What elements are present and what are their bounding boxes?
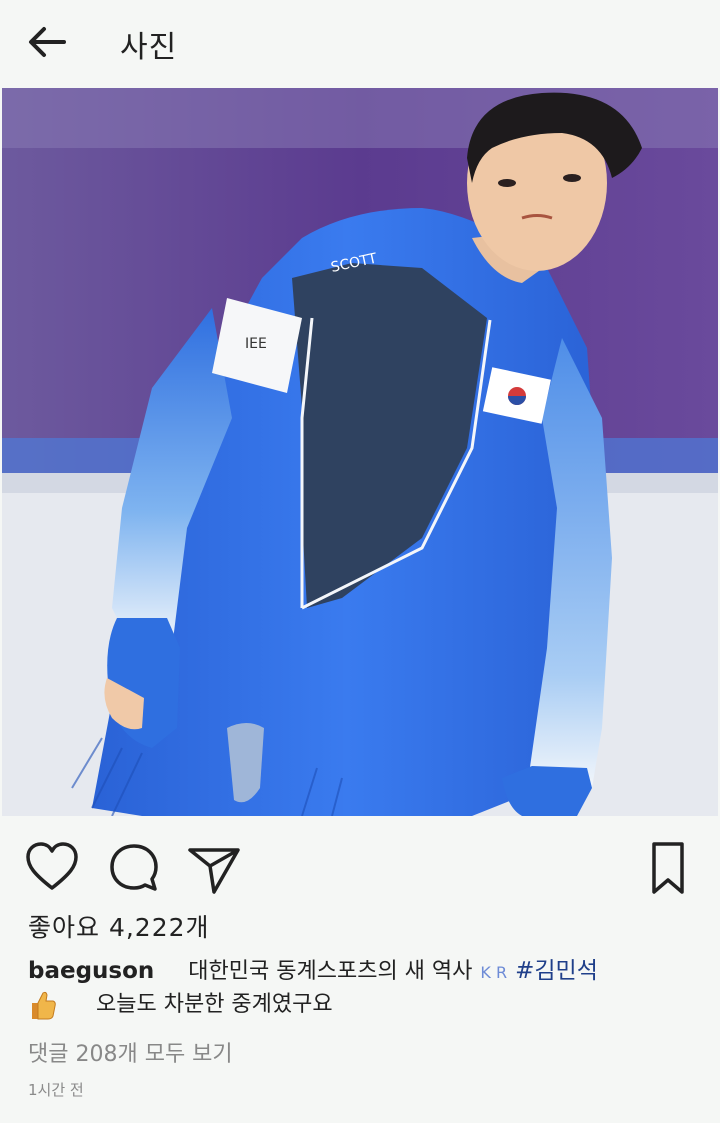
- post-action-bar: [0, 830, 720, 900]
- post-caption-line2: 오늘도 차분한 중계였구요: [28, 986, 333, 1021]
- post-photo[interactable]: IEE SCOTT: [2, 88, 718, 816]
- like-button[interactable]: [24, 840, 80, 896]
- top-bar: 사진: [0, 0, 720, 86]
- post-caption: baeguson 대한민국 동계스포츠의 새 역사 K R #김민석: [28, 951, 598, 985]
- comment-bubble-icon: [110, 844, 158, 891]
- likes-count[interactable]: 좋아요 4,222개: [28, 908, 210, 944]
- arrow-left-icon: [29, 27, 66, 57]
- comment-button[interactable]: [106, 840, 162, 896]
- bookmark-icon: [652, 842, 684, 894]
- skater-photo-image: IEE SCOTT: [2, 88, 718, 816]
- post-timestamp: 1시간 전: [28, 1081, 84, 1099]
- caption-kr-text: K R: [480, 963, 508, 982]
- svg-text:IEE: IEE: [245, 336, 267, 352]
- caption-line2-text: 오늘도 차분한 중계였구요: [96, 992, 333, 1017]
- save-button[interactable]: [640, 840, 696, 896]
- back-button[interactable]: [24, 20, 72, 64]
- caption-text: 대한민국 동계스포츠의 새 역사: [188, 959, 473, 984]
- heart-icon: [26, 842, 78, 890]
- hashtag-link[interactable]: #김민석: [515, 958, 598, 984]
- view-all-comments-link[interactable]: 댓글 208개 모두 보기: [28, 1036, 233, 1068]
- page-title: 사진: [120, 30, 178, 65]
- username-link[interactable]: baeguson: [28, 958, 154, 984]
- thumbs-up-icon: [28, 989, 56, 1021]
- paper-plane-icon: [188, 848, 240, 894]
- share-button[interactable]: [186, 840, 242, 896]
